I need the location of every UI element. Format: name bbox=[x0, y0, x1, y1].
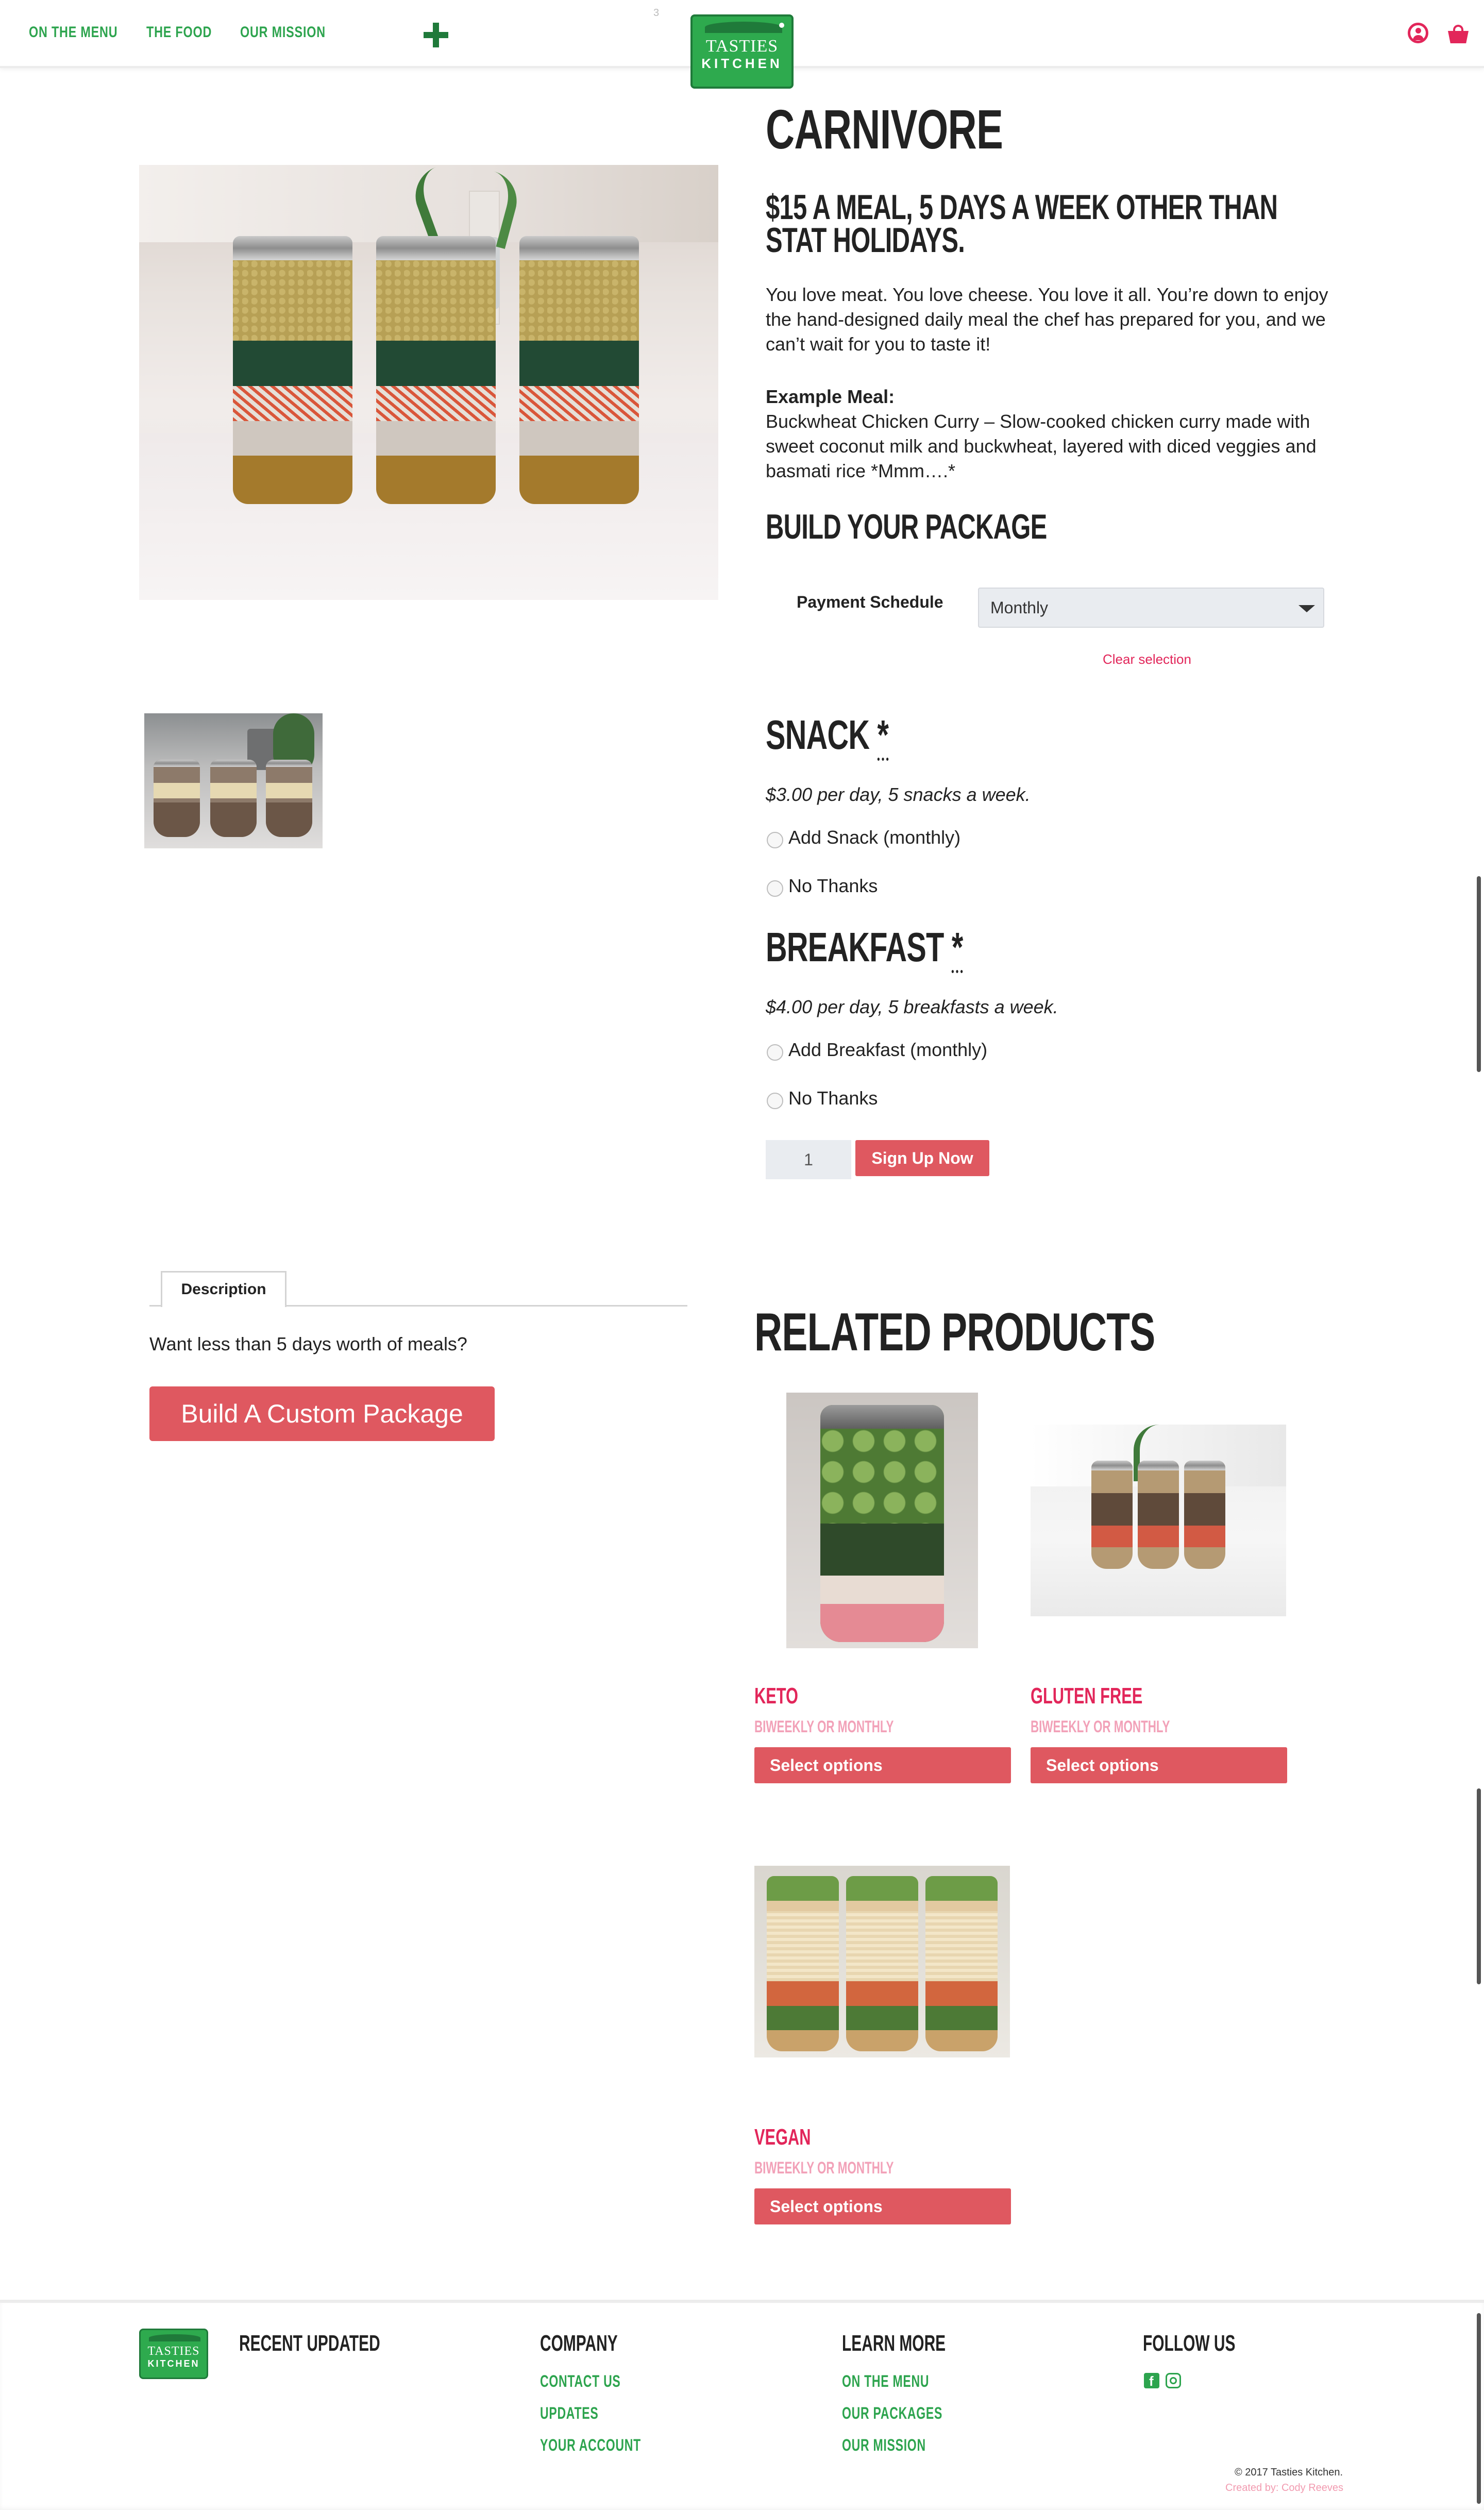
vegan-product-image[interactable] bbox=[754, 1866, 1010, 2057]
facebook-icon[interactable]: f bbox=[1144, 2373, 1159, 2388]
footer-link-our-packages[interactable]: OUR PACKAGES bbox=[842, 2404, 942, 2423]
required-mark: * bbox=[877, 712, 889, 761]
footer-link-contact-us[interactable]: CONTACT US bbox=[540, 2372, 621, 2391]
logo-hill-icon bbox=[705, 22, 782, 33]
select-options-keto-button[interactable]: Select options bbox=[754, 1747, 1011, 1783]
gluten-free-product-image[interactable] bbox=[1031, 1425, 1286, 1616]
scrollbar-thumb[interactable] bbox=[1477, 2313, 1481, 2504]
logo-dot-icon bbox=[779, 23, 784, 28]
snack-option-add-radio[interactable] bbox=[767, 832, 783, 848]
snack-option-no-label[interactable]: No Thanks bbox=[788, 875, 878, 897]
breakfast-note: $4.00 per day, 5 breakfasts a week. bbox=[766, 996, 1058, 1017]
site-header: ON THE MENU THE FOOD OUR MISSION 3 TASTI… bbox=[0, 0, 1484, 89]
footer-company-heading: COMPANY bbox=[540, 2331, 618, 2356]
footer-link-updates[interactable]: UPDATES bbox=[540, 2404, 598, 2423]
site-logo[interactable]: TASTIES KITCHEN bbox=[690, 14, 794, 89]
sign-up-button[interactable]: Sign Up Now bbox=[855, 1140, 989, 1176]
breakfast-option-no-label[interactable]: No Thanks bbox=[788, 1087, 878, 1109]
snack-heading: SNACK * bbox=[766, 712, 889, 761]
snack-heading-text: SNACK bbox=[766, 712, 870, 758]
logo-text-line2: KITCHEN bbox=[701, 56, 783, 71]
nav-our-mission[interactable]: OUR MISSION bbox=[240, 24, 326, 41]
product-description: You love meat. You love cheese. You love… bbox=[766, 284, 1328, 355]
product-sub-gluten-free: BIWEEKLY OR MONTHLY bbox=[1031, 1717, 1170, 1736]
select-options-gluten-free-button[interactable]: Select options bbox=[1031, 1747, 1287, 1783]
product-name-vegan[interactable]: VEGAN bbox=[754, 2124, 811, 2150]
example-meal-text: Buckwheat Chicken Curry – Slow-cooked ch… bbox=[766, 411, 1317, 481]
build-package-heading: BUILD YOUR PACKAGE bbox=[766, 507, 1047, 546]
footer-logo[interactable]: TASTIES KITCHEN bbox=[139, 2329, 208, 2379]
product-main-image[interactable] bbox=[139, 165, 718, 600]
tab-description-text: Want less than 5 days worth of meals? bbox=[149, 1333, 467, 1354]
product-sub-keto: BIWEEKLY OR MONTHLY bbox=[754, 1717, 894, 1736]
credit-text[interactable]: Created by: Cody Reeves bbox=[1225, 2482, 1343, 2494]
product-sub-vegan: BIWEEKLY OR MONTHLY bbox=[754, 2158, 894, 2177]
scrollbar-thumb[interactable] bbox=[1477, 1788, 1481, 1984]
breakfast-heading-text: BREAKFAST bbox=[766, 924, 944, 970]
related-products-heading: RELATED PRODUCTS bbox=[754, 1302, 1155, 1362]
payment-schedule-select[interactable]: Monthly bbox=[978, 588, 1324, 628]
footer-link-your-account[interactable]: YOUR ACCOUNT bbox=[540, 2436, 641, 2455]
site-footer: TASTIES KITCHEN RECENT UPDATED COMPANY C… bbox=[0, 2300, 1484, 2510]
logo-text-line1: TASTIES bbox=[705, 37, 779, 56]
quantity-input[interactable]: 1 bbox=[766, 1140, 851, 1179]
copyright-text: © 2017 Tasties Kitchen. bbox=[1235, 2467, 1343, 2478]
plus-icon[interactable] bbox=[421, 21, 450, 49]
breakfast-heading: BREAKFAST * bbox=[766, 924, 963, 973]
build-custom-package-button[interactable]: Build A Custom Package bbox=[149, 1386, 495, 1441]
product-name-keto[interactable]: KETO bbox=[754, 1683, 798, 1709]
breakfast-option-add-radio[interactable] bbox=[767, 1044, 783, 1061]
nav-the-food[interactable]: THE FOOD bbox=[146, 24, 212, 41]
cart-icon[interactable] bbox=[1448, 25, 1469, 43]
product-name-gluten-free[interactable]: GLUTEN FREE bbox=[1031, 1683, 1142, 1709]
keto-product-image[interactable] bbox=[786, 1393, 978, 1648]
footer-link-our-mission[interactable]: OUR MISSION bbox=[842, 2436, 926, 2455]
footer-follow-us-heading: FOLLOW US bbox=[1143, 2331, 1236, 2356]
example-meal-label: Example Meal: bbox=[766, 386, 895, 407]
required-mark: * bbox=[951, 924, 963, 973]
footer-logo-line1: TASTIES bbox=[147, 2345, 200, 2358]
breakfast-option-no-radio[interactable] bbox=[767, 1093, 783, 1109]
snack-note: $3.00 per day, 5 snacks a week. bbox=[766, 784, 1031, 805]
chevron-down-icon bbox=[1298, 605, 1315, 612]
snack-option-add-label[interactable]: Add Snack (monthly) bbox=[788, 827, 960, 848]
instagram-icon[interactable] bbox=[1166, 2373, 1181, 2388]
clear-selection-link[interactable]: Clear selection bbox=[1103, 651, 1191, 667]
product-title: CARNIVORE bbox=[766, 98, 1003, 160]
price-line: $15 A MEAL, 5 DAYS A WEEK OTHER THAN STA… bbox=[766, 188, 1278, 260]
small-mark: 3 bbox=[653, 7, 660, 19]
snack-option-no-radio[interactable] bbox=[767, 880, 783, 897]
footer-logo-line2: KITCHEN bbox=[147, 2358, 200, 2369]
scrollbar-thumb[interactable] bbox=[1477, 876, 1481, 1072]
footer-recent-updated-heading: RECENT UPDATED bbox=[239, 2331, 380, 2356]
payment-schedule-label: Payment Schedule bbox=[797, 593, 943, 611]
footer-link-on-the-menu[interactable]: ON THE MENU bbox=[842, 2372, 929, 2391]
breakfast-option-add-label[interactable]: Add Breakfast (monthly) bbox=[788, 1039, 987, 1061]
nav-on-the-menu[interactable]: ON THE MENU bbox=[29, 24, 117, 41]
product-thumbnail[interactable] bbox=[144, 713, 323, 848]
select-options-vegan-button[interactable]: Select options bbox=[754, 2188, 1011, 2224]
payment-schedule-value: Monthly bbox=[990, 598, 1049, 617]
tab-description[interactable]: Description bbox=[161, 1271, 286, 1307]
footer-learn-more-heading: LEARN MORE bbox=[842, 2331, 946, 2356]
account-icon[interactable] bbox=[1408, 23, 1428, 43]
